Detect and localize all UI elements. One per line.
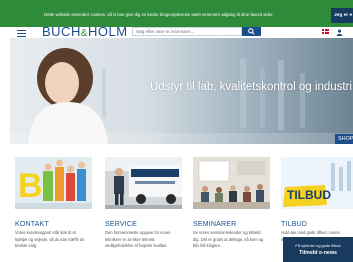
menu-icon[interactable] bbox=[17, 30, 26, 38]
card-tilbud-image[interactable]: TILBUD bbox=[281, 157, 353, 209]
newsletter-tagline: Få nyheder og gode tilbud bbox=[295, 243, 341, 248]
search-button[interactable] bbox=[242, 27, 261, 36]
search-icon bbox=[248, 28, 255, 35]
hero-headline: Udstyr til lab, kvalitetskontrol og indu… bbox=[150, 81, 352, 93]
tilbud-image-label: TILBUD bbox=[287, 188, 331, 202]
card-seminarer-image[interactable] bbox=[193, 157, 270, 209]
user-icon[interactable] bbox=[336, 29, 343, 36]
cookie-text: Dette website anvender cookies, så vi ka… bbox=[44, 12, 274, 17]
svg-text:B: B bbox=[18, 167, 43, 205]
card-seminarer-title[interactable]: SEMINARER bbox=[193, 221, 236, 228]
cookie-bar: Dette website anvender cookies, så vi ka… bbox=[0, 0, 353, 27]
logo-holm: HOLM bbox=[88, 27, 128, 38]
shop-button[interactable]: SHOP bbox=[335, 134, 353, 144]
search-input[interactable] bbox=[132, 27, 242, 36]
card-kontakt-title[interactable]: KONTAKT bbox=[15, 221, 49, 228]
logo-buch: BUCH bbox=[42, 27, 81, 38]
flag-icon[interactable] bbox=[322, 29, 329, 34]
card-service-image[interactable] bbox=[105, 157, 182, 209]
card-seminarer-description: Se vores seminar-kalender og tilmeld dig… bbox=[193, 230, 264, 248]
logo-ampersand: & bbox=[80, 28, 89, 38]
site-header: BUCH&HOLM bbox=[0, 27, 353, 38]
card-service-description: Den formemmeste opgave for vores teknike… bbox=[105, 230, 171, 248]
cookie-accept-button[interactable]: Jeg er e bbox=[331, 8, 353, 23]
card-kontakt-description: Vores kundesupport står klar til at hjæl… bbox=[15, 230, 85, 248]
newsletter-title: Tilmeld e-news bbox=[299, 250, 337, 256]
newsletter-signup-button[interactable]: Få nyheder og gode tilbud Tilmeld e-news bbox=[283, 237, 353, 262]
card-tilbud-title[interactable]: TILBUD bbox=[281, 221, 307, 228]
card-kontakt-image[interactable]: B bbox=[15, 157, 92, 209]
card-service-title[interactable]: SERVICE bbox=[105, 221, 137, 228]
logo[interactable]: BUCH&HOLM bbox=[42, 27, 128, 38]
hero-banner[interactable]: Udstyr til lab, kvalitetskontrol og indu… bbox=[10, 38, 353, 144]
